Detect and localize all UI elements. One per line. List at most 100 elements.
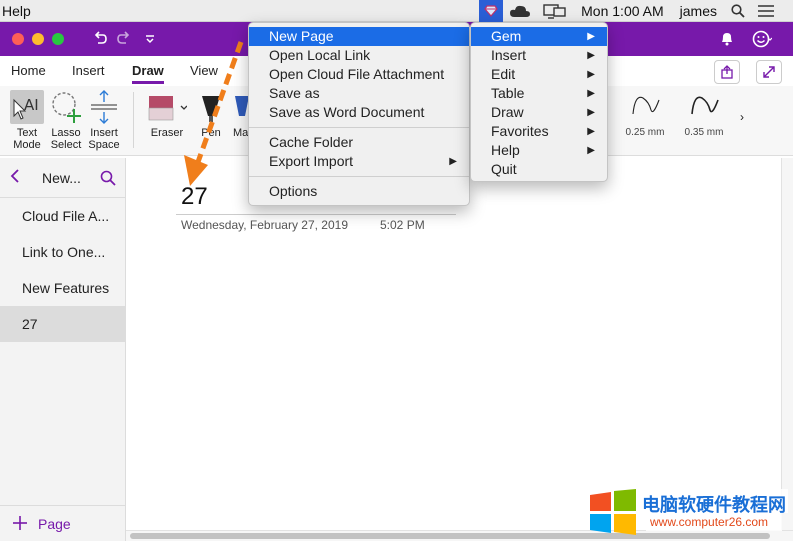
svg-text:AI: AI — [24, 96, 39, 114]
zoom-window-button[interactable] — [52, 33, 64, 45]
section-name[interactable]: New... — [42, 170, 81, 186]
control-center-icon[interactable] — [757, 4, 775, 18]
submenu-arrow-icon: ▶ — [587, 69, 595, 80]
submenu-arrow-icon: ▶ — [587, 88, 595, 99]
submenu-item-gem[interactable]: Gem ▶ — [471, 27, 607, 46]
back-chevron-icon[interactable] — [10, 168, 20, 187]
pen-button[interactable]: Pen — [200, 96, 222, 139]
submenu-item-gem-label: Gem — [491, 28, 522, 44]
menu-item-options[interactable]: Options — [249, 182, 469, 201]
redo-icon[interactable] — [116, 30, 132, 51]
pen-preset-035[interactable]: 0.35 mm — [675, 88, 733, 148]
search-pages-icon[interactable] — [100, 170, 116, 189]
insert-space-label-2: Space — [88, 139, 120, 151]
submenu-item-draw-label: Draw — [491, 104, 524, 120]
menu-item-save-as[interactable]: Save as — [249, 84, 469, 103]
eraser-button[interactable]: Eraser — [146, 96, 188, 139]
page-item-cloud-file[interactable]: Cloud File A... — [0, 198, 126, 234]
tab-insert[interactable]: Insert — [72, 63, 105, 78]
minimize-window-button[interactable] — [32, 33, 44, 45]
close-window-button[interactable] — [12, 33, 24, 45]
add-page-button[interactable]: Page — [0, 505, 126, 541]
page-item-link-to-one[interactable]: Link to One... — [0, 234, 126, 270]
submenu-item-table-label: Table — [491, 85, 525, 101]
menubar-status-area: Mon 1:00 AM james — [479, 0, 793, 22]
menu-item-open-cloud-file-attachment[interactable]: Open Cloud File Attachment — [249, 65, 469, 84]
vertical-scrollbar[interactable] — [781, 158, 793, 530]
submenu-item-edit[interactable]: Edit ▶ — [471, 65, 607, 84]
customize-toolbar-icon[interactable] — [144, 30, 156, 51]
submenu-arrow-icon: ▶ — [587, 31, 595, 42]
eraser-label: Eraser — [150, 127, 184, 139]
marker-button[interactable]: Ma — [233, 96, 249, 139]
menubar-user[interactable]: james — [680, 3, 717, 19]
submenu-arrow-icon: ▶ — [587, 107, 595, 118]
menu-item-export-import-label: Export Import — [269, 153, 354, 169]
page-date: Wednesday, February 27, 2019 — [181, 218, 348, 232]
plus-icon — [12, 515, 28, 534]
pen-size-035-label: 0.35 mm — [684, 127, 724, 138]
submenu-item-quit[interactable]: Quit — [471, 160, 607, 179]
menubar-help[interactable]: Help — [2, 3, 31, 19]
submenu-item-favorites[interactable]: Favorites ▶ — [471, 122, 607, 141]
menu-item-export-import[interactable]: Export Import ▶ — [249, 152, 469, 171]
tab-view[interactable]: View — [190, 63, 218, 78]
submenu-item-table[interactable]: Table ▶ — [471, 84, 607, 103]
submenu-item-edit-label: Edit — [491, 66, 516, 82]
gem-submenu: Gem ▶ Insert ▶ Edit ▶ Table ▶ Draw ▶ Fav… — [470, 22, 608, 182]
page-title[interactable]: 27 — [181, 183, 208, 211]
menu-item-open-local-link[interactable]: Open Local Link — [249, 46, 469, 65]
tab-home[interactable]: Home — [11, 63, 46, 78]
add-page-label: Page — [38, 516, 71, 532]
cloud-icon[interactable] — [509, 4, 531, 18]
mac-menubar: Help Mon 1:00 AM james — [0, 0, 793, 22]
undo-icon[interactable] — [92, 30, 108, 51]
submenu-item-insert[interactable]: Insert ▶ — [471, 46, 607, 65]
submenu-item-help[interactable]: Help ▶ — [471, 141, 607, 160]
lasso-select-label-1: Lasso — [51, 127, 81, 139]
text-mode-label-1: Text — [16, 127, 38, 139]
section-header: New... — [0, 158, 126, 198]
share-button[interactable] — [714, 60, 740, 84]
feedback-smiley-icon[interactable] — [752, 30, 773, 53]
page-canvas[interactable]: 27 Wednesday, February 27, 2019 5:02 PM — [126, 158, 781, 530]
text-mode-button[interactable]: AI Text Mode — [9, 90, 45, 151]
page-item-27[interactable]: 27 — [0, 306, 126, 342]
more-pens-chevron-icon[interactable]: › — [740, 110, 744, 124]
menu-separator — [249, 176, 469, 177]
submenu-item-favorites-label: Favorites — [491, 123, 549, 139]
gem-status-icon[interactable] — [479, 0, 504, 22]
lasso-select-label-2: Select — [50, 139, 82, 151]
text-mode-label-2: Mode — [13, 139, 41, 151]
submenu-arrow-icon: ▶ — [587, 50, 595, 61]
pen-size-025-label: 0.25 mm — [625, 127, 665, 138]
pen-preset-025[interactable]: 0.25 mm — [616, 88, 674, 148]
submenu-item-help-label: Help — [491, 142, 520, 158]
insert-space-button[interactable]: Insert Space — [86, 90, 122, 151]
menu-separator — [249, 127, 469, 128]
spotlight-search-icon[interactable] — [731, 4, 745, 18]
tab-draw[interactable]: Draw — [132, 63, 164, 84]
page-time: 5:02 PM — [380, 218, 425, 232]
submenu-item-draw[interactable]: Draw ▶ — [471, 103, 607, 122]
insert-space-label-1: Insert — [90, 127, 118, 139]
submenu-arrow-icon: ▶ — [587, 145, 595, 156]
ribbon-divider — [133, 92, 134, 148]
watermark-url: www.computer26.com — [650, 515, 769, 529]
title-underline — [176, 214, 456, 215]
expand-icon[interactable] — [756, 60, 782, 84]
menu-item-save-as-word[interactable]: Save as Word Document — [249, 103, 469, 122]
gem-dropdown-menu: New Page Open Local Link Open Cloud File… — [248, 22, 470, 206]
page-item-new-features[interactable]: New Features — [0, 270, 126, 306]
lasso-select-button[interactable]: Lasso Select — [48, 90, 84, 151]
submenu-arrow-icon: ▶ — [587, 126, 595, 137]
menu-item-cache-folder[interactable]: Cache Folder — [249, 133, 469, 152]
site-watermark: 电脑软硬件教程网 www.computer26.com — [588, 489, 788, 535]
menubar-clock[interactable]: Mon 1:00 AM — [581, 3, 664, 19]
submenu-item-insert-label: Insert — [491, 47, 527, 63]
display-icon[interactable] — [543, 3, 567, 19]
notifications-bell-icon[interactable] — [720, 30, 734, 51]
windows-logo-icon — [590, 489, 636, 535]
menu-item-new-page[interactable]: New Page — [249, 27, 469, 46]
pen-label: Pen — [201, 127, 221, 139]
